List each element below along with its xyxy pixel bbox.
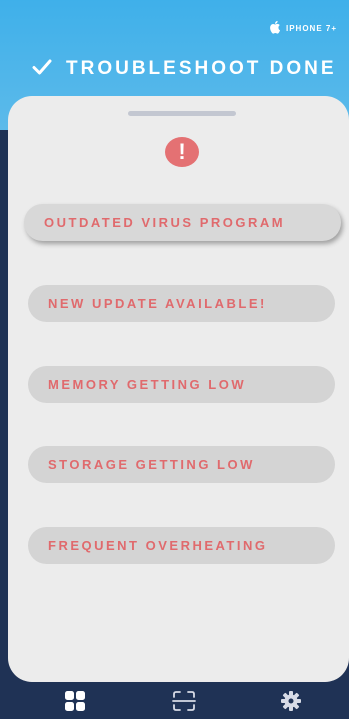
- issue-item-outdated-virus-program[interactable]: OUTDATED VIRUS PROGRAM: [24, 204, 341, 241]
- drag-handle[interactable]: [128, 111, 236, 116]
- scan-icon: [172, 690, 196, 717]
- tab-scan[interactable]: [172, 690, 196, 717]
- bottom-tab-bar: [0, 682, 349, 719]
- settings-gear-icon: [280, 690, 302, 717]
- issue-item-storage-getting-low[interactable]: STORAGE GETTING LOW: [28, 446, 335, 483]
- device-badge: IPHONE 7+: [268, 20, 337, 36]
- tab-settings[interactable]: [279, 690, 303, 717]
- issue-item-new-update-available[interactable]: NEW UPDATE AVAILABLE!: [28, 285, 335, 322]
- apple-icon: [268, 20, 281, 36]
- checkmark-icon: [32, 59, 52, 80]
- title-row: TROUBLESHOOT DONE: [32, 58, 337, 80]
- issue-label: STORAGE GETTING LOW: [48, 457, 255, 472]
- issue-label: FREQUENT OVERHEATING: [48, 538, 268, 553]
- page-title: TROUBLESHOOT DONE: [66, 58, 337, 79]
- dashboard-icon: [64, 690, 86, 717]
- issue-item-frequent-overheating[interactable]: FREQUENT OVERHEATING: [28, 527, 335, 564]
- device-label: IPHONE 7+: [285, 23, 337, 33]
- tab-dashboard[interactable]: [63, 690, 87, 717]
- issue-item-memory-getting-low[interactable]: MEMORY GETTING LOW: [28, 366, 335, 403]
- alert-icon: !: [165, 137, 199, 167]
- issue-label: OUTDATED VIRUS PROGRAM: [44, 215, 286, 230]
- issue-label: NEW UPDATE AVAILABLE!: [48, 296, 267, 311]
- results-panel: ! OUTDATED VIRUS PROGRAM NEW UPDATE AVAI…: [8, 96, 349, 682]
- issue-label: MEMORY GETTING LOW: [48, 377, 247, 392]
